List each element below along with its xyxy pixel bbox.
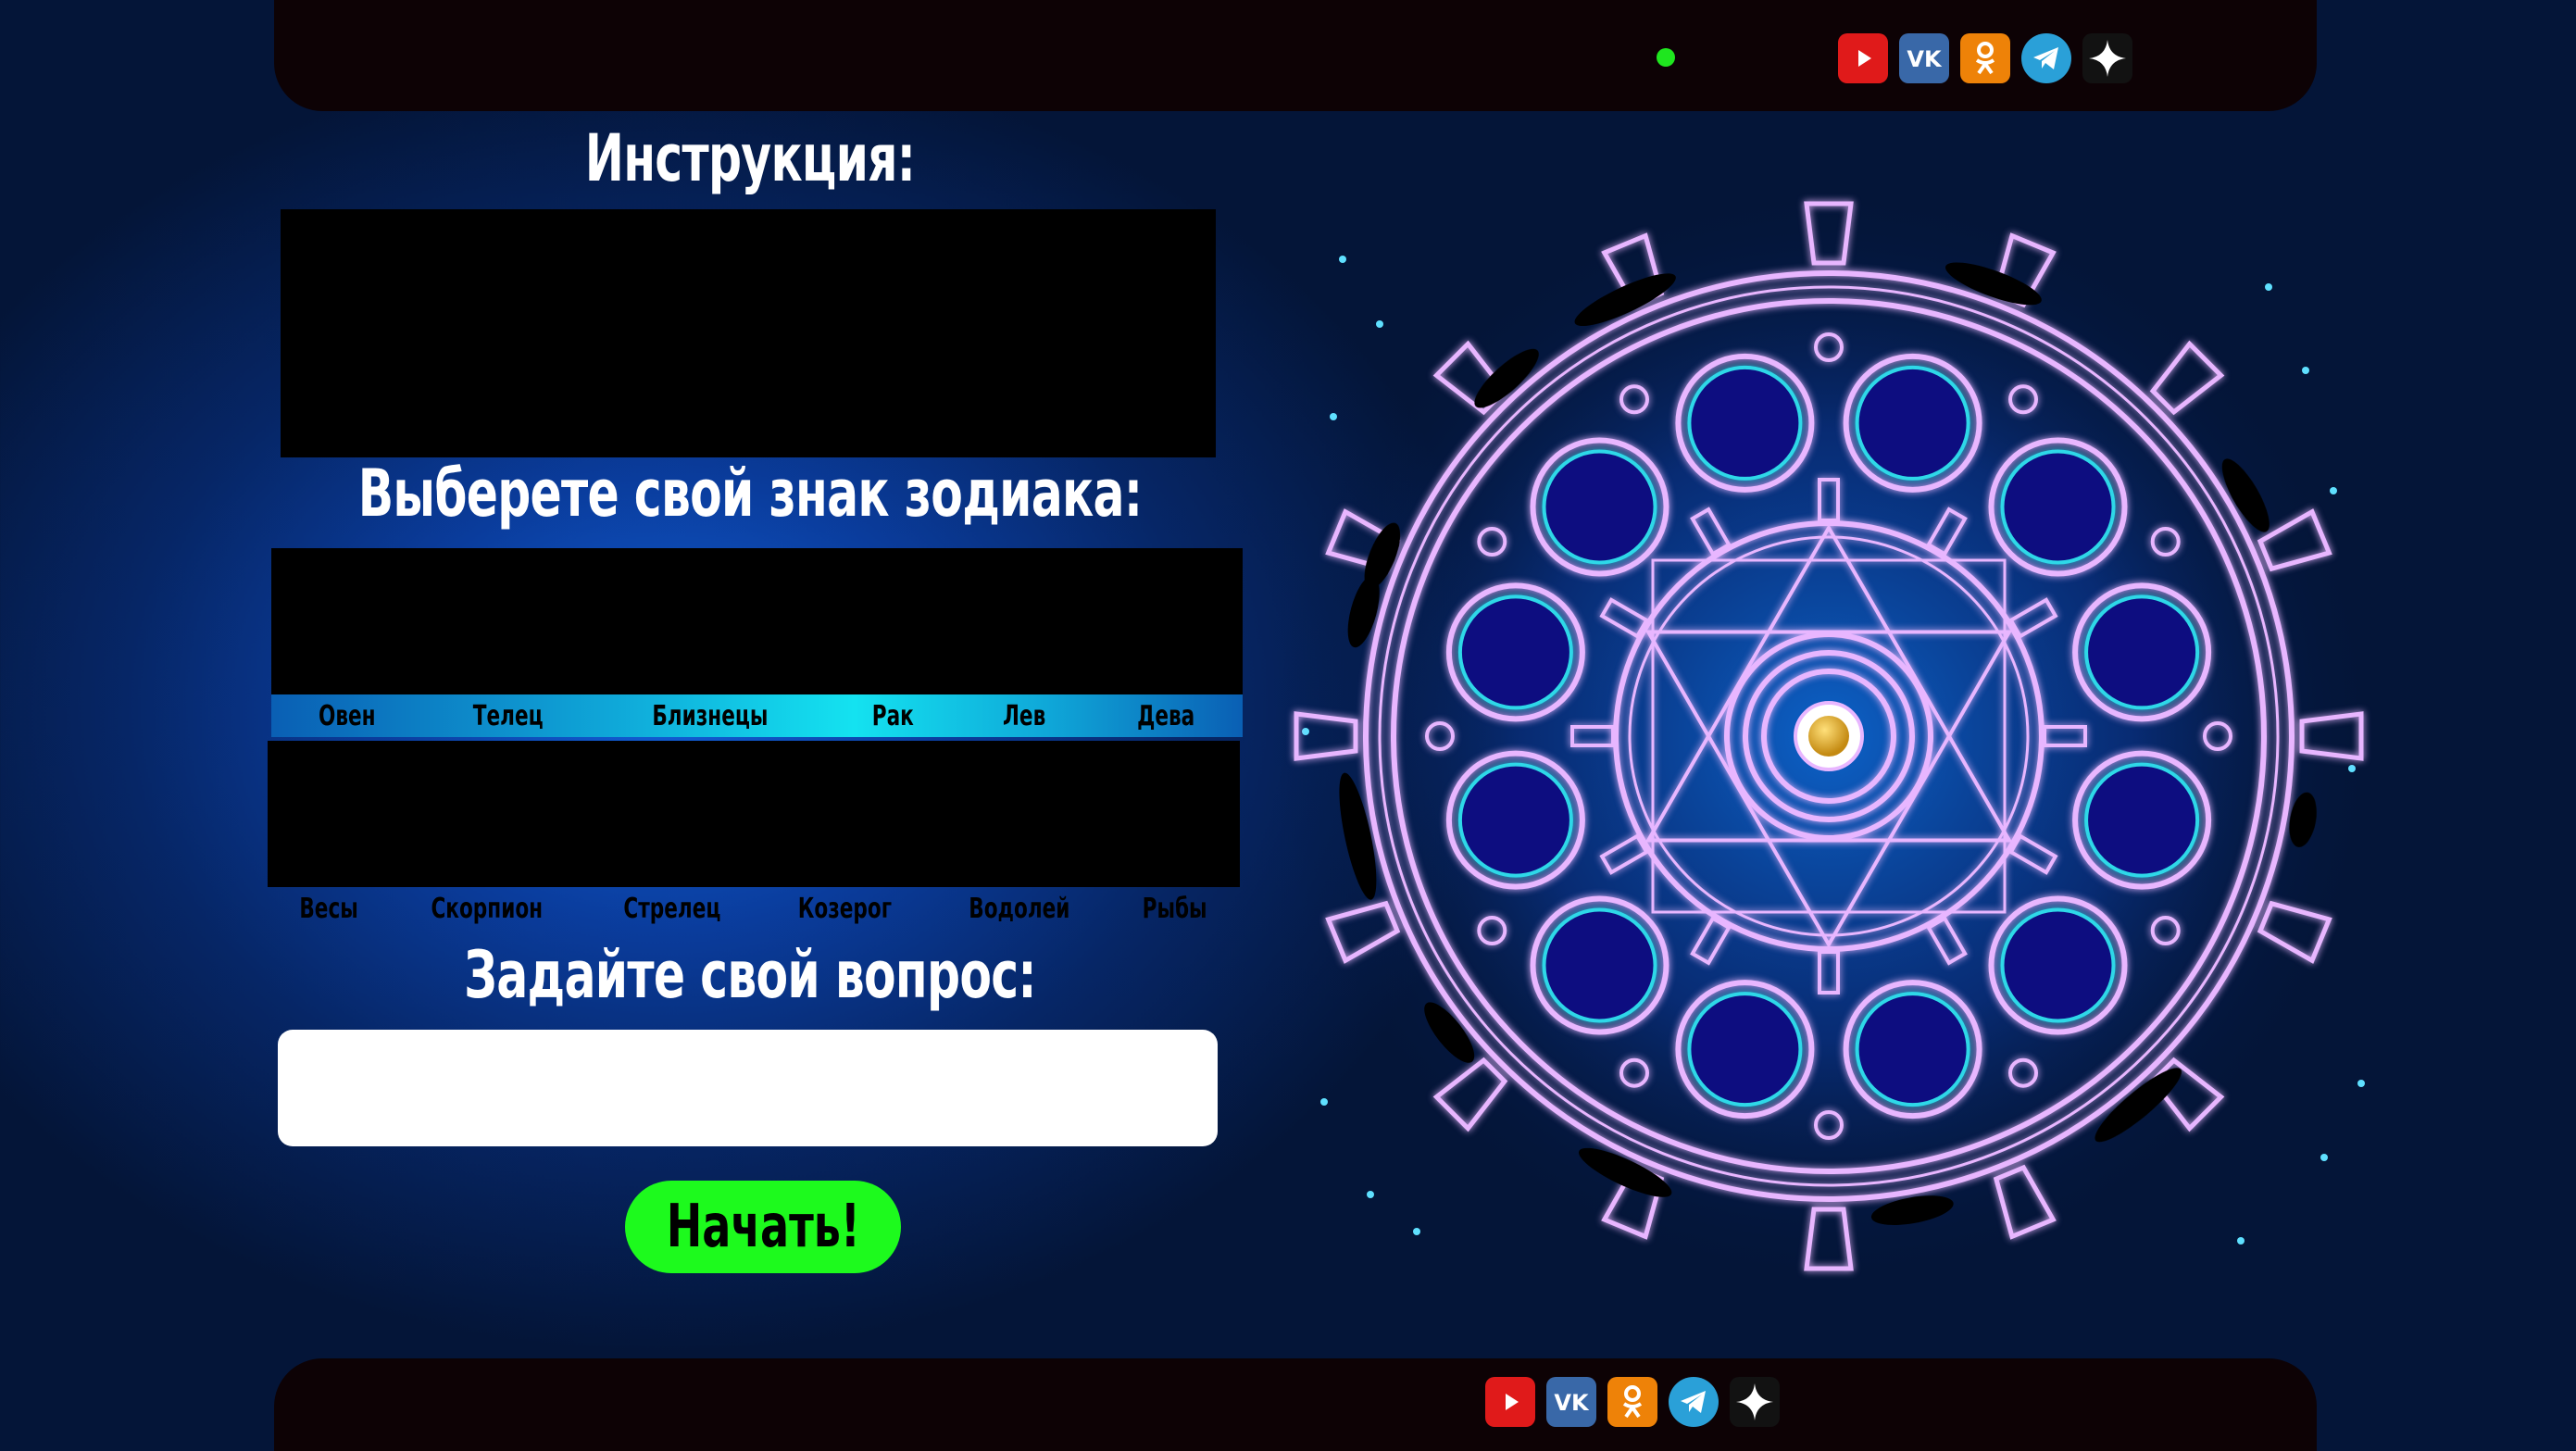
sign-pisces[interactable]: Рыбы: [1143, 893, 1207, 925]
sign-slot: [2000, 449, 2116, 565]
svg-text:VK: VK: [1907, 46, 1943, 72]
youtube-icon[interactable]: [1838, 33, 1888, 83]
zodiac-row2-icons: [268, 741, 1240, 887]
zodiac-row1-icons: [271, 548, 1243, 694]
sign-slot: [2084, 762, 2200, 878]
sign-slot: [1457, 594, 1573, 710]
sparkle: [2357, 1080, 2365, 1087]
sign-virgo[interactable]: Дева: [1138, 700, 1195, 732]
question-input[interactable]: [278, 1030, 1218, 1146]
sign-slot: [1542, 907, 1657, 1023]
sparkle: [1367, 1191, 1374, 1198]
zodiac-row2: Весы Скорпион Стрелец Козерог Водолей Ры…: [268, 887, 1240, 930]
header-social-links: VK: [1838, 33, 2132, 83]
start-button[interactable]: Начать!: [625, 1181, 901, 1273]
instruction-content: [281, 209, 1216, 457]
sign-cancer[interactable]: Рак: [871, 700, 913, 732]
sign-capricorn[interactable]: Козерог: [797, 893, 891, 925]
sign-libra[interactable]: Весы: [299, 893, 357, 925]
footer-social-links: VK: [1485, 1377, 1780, 1427]
zodiac-title: Выберете свой знак зодиака:: [357, 456, 1143, 532]
star-icon[interactable]: [1730, 1377, 1780, 1427]
sign-slot: [2084, 594, 2200, 710]
sign-slot: [1542, 449, 1657, 565]
sparkle: [1413, 1228, 1420, 1235]
sign-aries[interactable]: Овен: [319, 700, 376, 732]
footer-bar: [274, 1358, 2317, 1451]
zodiac-wheel: [1273, 181, 2384, 1292]
vk-icon[interactable]: VK: [1899, 33, 1949, 83]
zodiac-row1: Овен Телец Близнецы Рак Лев Дева: [271, 694, 1243, 737]
sparkle: [2348, 765, 2356, 772]
sparkle: [1339, 256, 1346, 263]
status-indicator: [1657, 48, 1675, 67]
vk-icon[interactable]: VK: [1546, 1377, 1596, 1427]
sparkle: [1302, 728, 1309, 735]
svg-text:VK: VK: [1554, 1390, 1590, 1416]
sign-slot: [1687, 992, 1803, 1107]
sparkle: [1376, 320, 1383, 328]
sign-slot: [1855, 992, 1970, 1107]
sparkle: [2302, 367, 2309, 374]
sign-scorpio[interactable]: Скорпион: [431, 893, 543, 925]
instruction-title: Инструкция:: [584, 120, 916, 196]
sparkle: [2320, 1154, 2328, 1161]
sign-slot: [1687, 365, 1803, 481]
sign-slot: [2000, 907, 2116, 1023]
sign-taurus[interactable]: Телец: [473, 700, 544, 732]
sparkle: [1330, 413, 1337, 420]
sign-leo[interactable]: Лев: [1003, 700, 1045, 732]
sparkle: [2330, 487, 2337, 494]
youtube-icon[interactable]: [1485, 1377, 1535, 1427]
sign-aquarius[interactable]: Водолей: [969, 893, 1070, 925]
star-icon[interactable]: [2082, 33, 2132, 83]
telegram-icon[interactable]: [2021, 33, 2071, 83]
sign-slot: [1457, 762, 1573, 878]
sign-gemini[interactable]: Близнецы: [653, 700, 769, 732]
telegram-icon[interactable]: [1669, 1377, 1719, 1427]
odnoklassniki-icon[interactable]: [1960, 33, 2010, 83]
sparkle: [2237, 1237, 2245, 1245]
sign-slot: [1855, 365, 1970, 481]
odnoklassniki-icon[interactable]: [1607, 1377, 1657, 1427]
sparkle: [1320, 1098, 1328, 1106]
sign-sagittarius[interactable]: Стрелец: [623, 893, 720, 925]
question-title: Задайте свой вопрос:: [464, 937, 1036, 1013]
sparkle: [2265, 283, 2272, 291]
